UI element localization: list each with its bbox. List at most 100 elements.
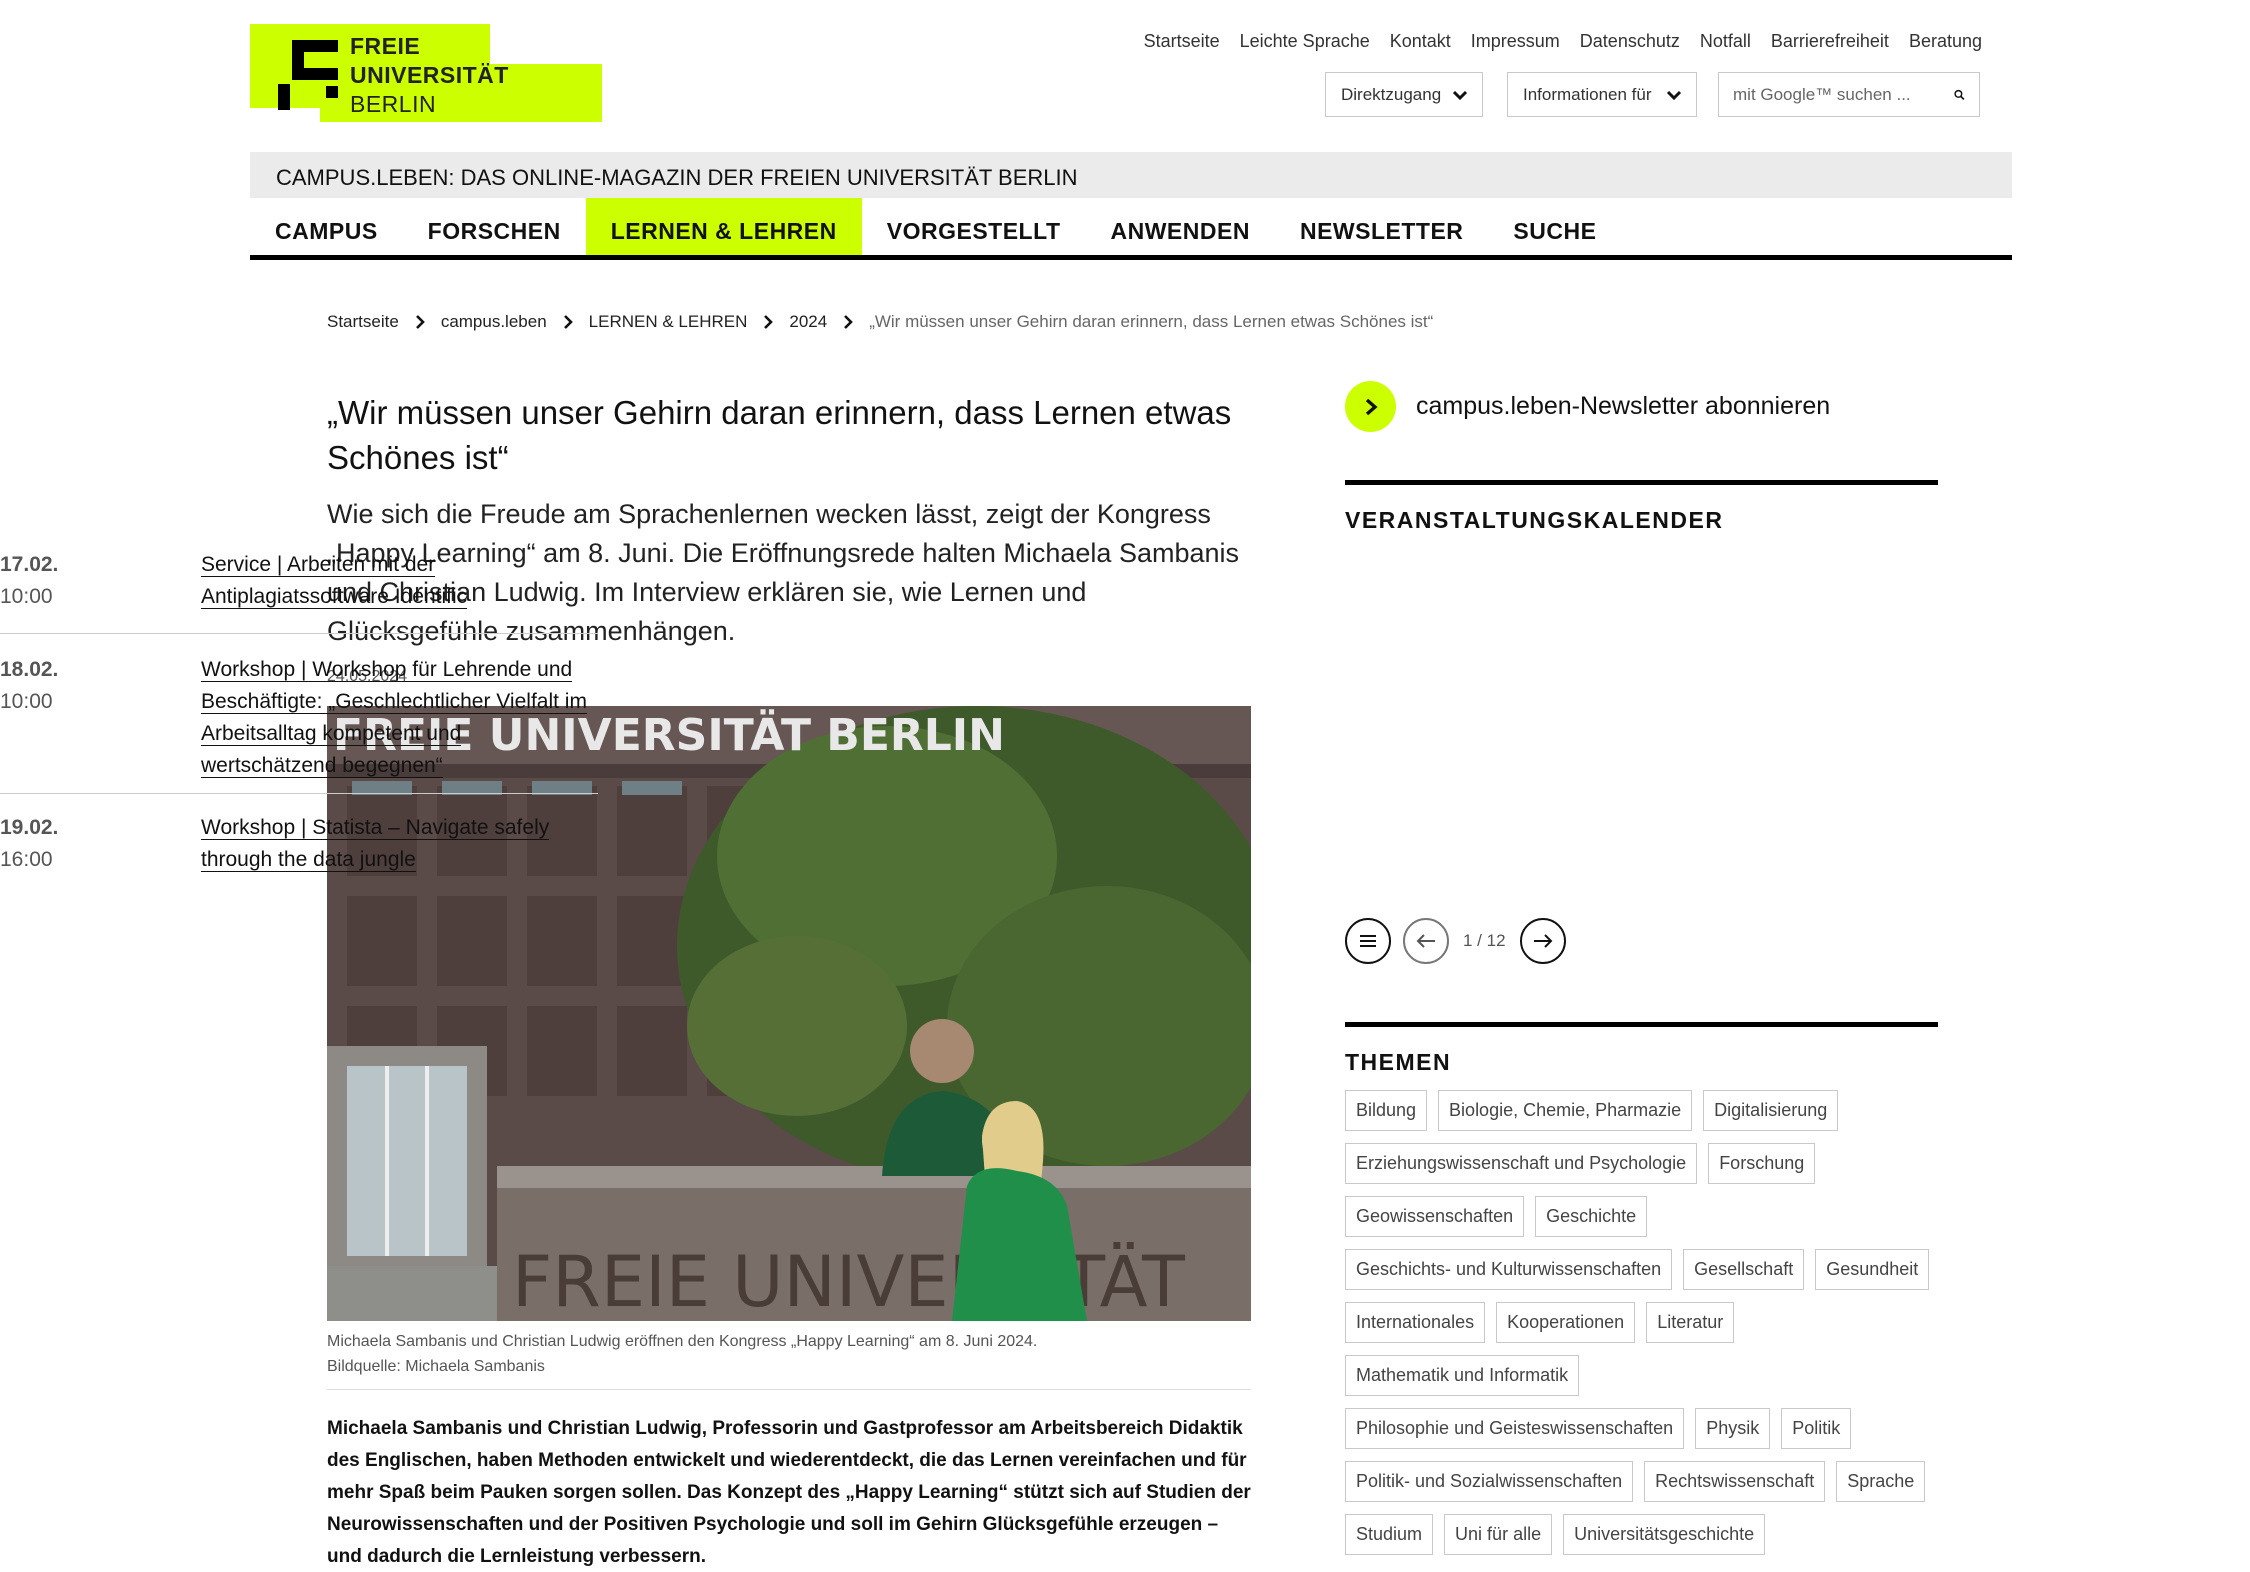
chevron-right-icon [563, 315, 573, 329]
tag-link[interactable]: Uni für alle [1444, 1514, 1553, 1555]
event-title-link[interactable]: Service | Arbeiten mit der Antiplagiatss… [201, 549, 593, 613]
themen-tag-list: Bildung Biologie, Chemie, Pharmazie Digi… [1345, 1090, 1945, 1567]
tag-link[interactable]: Erziehungswissenschaft und Psychologie [1345, 1143, 1698, 1184]
event-item[interactable]: 18.02. 10:00 Workshop | Workshop für Lehr… [0, 654, 598, 794]
tag-link[interactable]: Bildung [1345, 1090, 1428, 1131]
event-date: 19.02. [0, 816, 59, 839]
breadcrumb-startseite[interactable]: Startseite [327, 312, 399, 332]
logo-shape [278, 84, 290, 110]
event-datetime: 17.02. 10:00 [0, 549, 58, 613]
tag-link[interactable]: Politik [1781, 1408, 1852, 1449]
service-link-barrierefreiheit[interactable]: Barrierefreiheit [1771, 31, 1889, 52]
event-title[interactable]: Service | Arbeiten mit der Antiplagiatss… [201, 553, 468, 609]
page-counter: 1 / 12 [1463, 931, 1506, 950]
breadcrumb-current: „Wir müssen unser Gehirn daran erinnern,… [869, 312, 1434, 331]
logo-shape [292, 68, 338, 80]
service-link-beratung[interactable]: Beratung [1909, 31, 1982, 52]
breadcrumb-campus-leben[interactable]: campus.leben [441, 312, 547, 332]
chevron-right-icon [764, 315, 774, 329]
themen-section: THEMEN [1345, 1022, 1938, 1076]
nav-newsletter[interactable]: NEWSLETTER [1275, 198, 1488, 255]
event-time: 10:00 [0, 585, 53, 608]
logo-line: FREIE [350, 33, 421, 59]
tag-link[interactable]: Kooperationen [1496, 1302, 1636, 1343]
event-title-link[interactable]: Workshop | Statista – Navigate safely th… [201, 812, 593, 876]
nav-forschen[interactable]: FORSCHEN [403, 198, 586, 255]
nav-campus[interactable]: CAMPUS [250, 198, 403, 255]
logo-shape [326, 86, 338, 98]
magazine-title-bar: CAMPUS.LEBEN: DAS ONLINE-MAGAZIN DER FRE… [250, 152, 2012, 198]
tag-row: Bildung Biologie, Chemie, Pharmazie Digi… [1345, 1090, 1945, 1131]
tag-link[interactable]: Studium [1345, 1514, 1434, 1555]
photo-caption: Michaela Sambanis und Christian Ludwig e… [327, 1329, 1251, 1390]
nav-vorgestellt[interactable]: VORGESTELLT [862, 198, 1086, 255]
article-title: „Wir müssen unser Gehirn daran erinnern,… [327, 394, 1232, 476]
tag-link[interactable]: Digitalisierung [1703, 1090, 1839, 1131]
event-datetime: 19.02. 16:00 [0, 812, 58, 876]
tag-link[interactable]: Gesundheit [1815, 1249, 1930, 1290]
breadcrumb-2024[interactable]: 2024 [789, 312, 827, 332]
newsletter-subscribe-link[interactable]: campus.leben-Newsletter abonnieren [1345, 381, 1830, 432]
calendar-title: VERANSTALTUNGSKALENDER [1345, 507, 1724, 533]
previous-page-button[interactable] [1403, 918, 1449, 964]
tag-link[interactable]: Sprache [1836, 1461, 1926, 1502]
list-icon [1360, 935, 1376, 947]
event-item[interactable]: 19.02. 16:00 Workshop | Statista – Naviga… [0, 812, 598, 892]
logo-wordmark: FREIE UNIVERSITÄT BERLIN [350, 32, 509, 119]
breadcrumb-lernen-lehren[interactable]: LERNEN & LEHREN [589, 312, 748, 332]
informationen-dropdown[interactable]: Informationen für [1507, 72, 1697, 117]
informationen-label: Informationen für [1523, 84, 1652, 104]
event-title-link[interactable]: Workshop | Workshop für Lehrende und Bes… [201, 654, 593, 782]
tag-link[interactable]: Forschung [1708, 1143, 1816, 1184]
event-title[interactable]: Workshop | Workshop für Lehrende und Bes… [201, 658, 587, 778]
tag-link[interactable]: Biologie, Chemie, Pharmazie [1438, 1090, 1693, 1131]
service-link-leichte-sprache[interactable]: Leichte Sprache [1240, 31, 1370, 52]
photo-illustration: FREIE UNIVERSITÄT FREIE UNIVERSITÄT BERL… [327, 706, 1251, 1321]
nav-lernen-lehren[interactable]: LERNEN & LEHREN [585, 198, 862, 255]
article-photo[interactable]: FREIE UNIVERSITÄT FREIE UNIVERSITÄT BERL… [327, 706, 1251, 1321]
event-item[interactable]: 17.02. 10:00 Service | Arbeiten mit der A… [0, 549, 598, 634]
chevron-right-icon [415, 315, 425, 329]
tag-link[interactable]: Geschichts- und Kulturwissenschaften [1345, 1249, 1673, 1290]
tag-link[interactable]: Rechtswissenschaft [1644, 1461, 1826, 1502]
tag-link[interactable]: Gesellschaft [1683, 1249, 1805, 1290]
caption-credit: Bildquelle: Michaela Sambanis [327, 1358, 545, 1375]
tag-link[interactable]: Universitätsgeschichte [1563, 1514, 1766, 1555]
search-box [1718, 72, 1980, 117]
tag-row: Studium Uni für alle Universitätsgeschic… [1345, 1514, 1945, 1555]
direktzugang-dropdown[interactable]: Direktzugang [1325, 72, 1483, 117]
tag-link[interactable]: Internationales [1345, 1302, 1486, 1343]
nav-suche[interactable]: SUCHE [1488, 198, 1621, 255]
service-link-kontakt[interactable]: Kontakt [1390, 31, 1451, 52]
tag-link[interactable]: Literatur [1646, 1302, 1735, 1343]
tag-row: Geowissenschaften Geschichte [1345, 1196, 1945, 1237]
tag-link[interactable]: Geschichte [1535, 1196, 1648, 1237]
service-link-notfall[interactable]: Notfall [1700, 31, 1751, 52]
service-link-impressum[interactable]: Impressum [1471, 31, 1560, 52]
tag-link[interactable]: Politik- und Sozialwissenschaften [1345, 1461, 1634, 1502]
tag-link[interactable]: Mathematik und Informatik [1345, 1355, 1580, 1396]
event-title[interactable]: Workshop | Statista – Navigate safely th… [201, 816, 550, 872]
list-view-button[interactable] [1345, 918, 1391, 964]
event-time: 10:00 [0, 690, 53, 713]
caption-text: Michaela Sambanis und Christian Ludwig e… [327, 1333, 1038, 1350]
fu-berlin-logo[interactable]: FREIE UNIVERSITÄT BERLIN [250, 24, 602, 124]
tag-link[interactable]: Physik [1695, 1408, 1771, 1449]
service-link-startseite[interactable]: Startseite [1144, 31, 1220, 52]
next-page-button[interactable] [1519, 918, 1566, 964]
search-input[interactable] [1733, 84, 1954, 105]
calendar-pager: 1 / 12 [1345, 918, 1566, 964]
direktzugang-label: Direktzugang [1341, 84, 1442, 104]
tag-link[interactable]: Geowissenschaften [1345, 1196, 1525, 1237]
event-time: 16:00 [0, 848, 53, 871]
nav-anwenden[interactable]: ANWENDEN [1086, 198, 1275, 255]
arrow-right-icon [1533, 934, 1552, 948]
tag-row: Internationales Kooperationen Literatur [1345, 1302, 1945, 1343]
service-link-datenschutz[interactable]: Datenschutz [1580, 31, 1680, 52]
logo-line: UNIVERSITÄT [350, 62, 509, 88]
magazine-title[interactable]: CAMPUS.LEBEN: DAS ONLINE-MAGAZIN DER FRE… [276, 165, 1078, 191]
tag-link[interactable]: Philosophie und Geisteswissenschaften [1345, 1408, 1685, 1449]
event-calendar: VERANSTALTUNGSKALENDER [1345, 480, 1938, 534]
search-icon[interactable] [1954, 85, 1965, 105]
tag-row: Philosophie und Geisteswissenschaften Ph… [1345, 1408, 1945, 1449]
